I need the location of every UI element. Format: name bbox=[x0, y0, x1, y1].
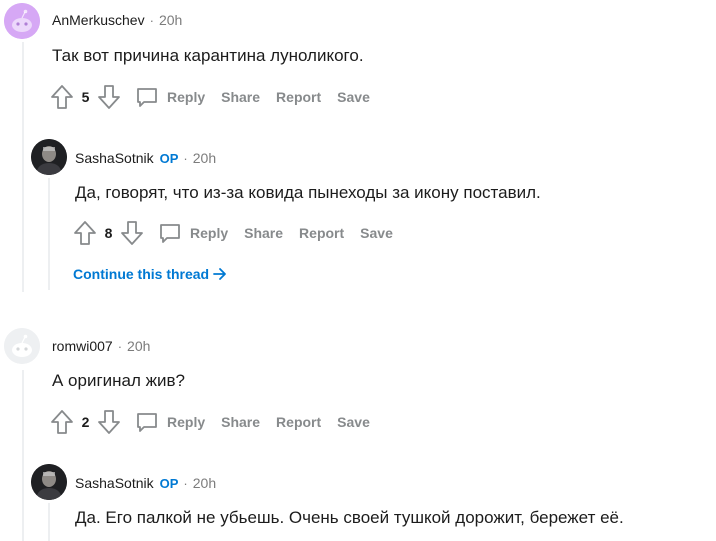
vote-score: 5 bbox=[81, 89, 90, 105]
comment-bubble-icon bbox=[137, 88, 157, 107]
author-name[interactable]: AnMerkuschev bbox=[52, 12, 145, 28]
separator: · bbox=[117, 338, 123, 354]
reply-label: Reply bbox=[190, 225, 229, 241]
downvote-icon bbox=[98, 410, 120, 434]
snoo-avatar-icon bbox=[4, 3, 40, 39]
save-button[interactable]: Save bbox=[337, 89, 370, 105]
author-name[interactable]: SashaSotnik bbox=[75, 475, 154, 491]
save-button[interactable]: Save bbox=[337, 414, 370, 430]
share-button[interactable]: Share bbox=[221, 414, 260, 430]
op-badge: OP bbox=[159, 475, 179, 491]
user-avatar-icon bbox=[31, 139, 67, 175]
separator: · bbox=[183, 150, 188, 166]
timestamp[interactable]: 20h bbox=[193, 475, 216, 491]
continue-thread-link[interactable]: Continue this thread bbox=[73, 266, 228, 282]
comment-bubble-icon bbox=[137, 413, 157, 432]
report-button[interactable]: Report bbox=[276, 414, 321, 430]
comment-header: romwi007 · 20h bbox=[52, 338, 150, 354]
comment-actions: 8 Reply Share Report Save bbox=[71, 219, 393, 247]
upvote-button[interactable] bbox=[48, 83, 76, 111]
timestamp[interactable]: 20h bbox=[127, 338, 150, 354]
comment-bubble-icon bbox=[160, 224, 180, 243]
reply-button[interactable]: Reply bbox=[135, 410, 205, 434]
timestamp[interactable]: 20h bbox=[159, 12, 182, 28]
share-button[interactable]: Share bbox=[244, 225, 283, 241]
reply-label: Reply bbox=[167, 89, 206, 105]
separator: · bbox=[149, 12, 154, 28]
share-button[interactable]: Share bbox=[221, 89, 260, 105]
upvote-icon bbox=[51, 85, 73, 109]
comment-header: SashaSotnik OP · 20h bbox=[75, 150, 216, 166]
reply-button[interactable]: Reply bbox=[135, 85, 205, 109]
downvote-icon bbox=[121, 221, 143, 245]
thread-line[interactable] bbox=[22, 370, 24, 541]
upvote-icon bbox=[51, 410, 73, 434]
timestamp[interactable]: 20h bbox=[193, 150, 216, 166]
report-button[interactable]: Report bbox=[299, 225, 344, 241]
author-name[interactable]: romwi007 bbox=[52, 338, 113, 354]
avatar[interactable] bbox=[31, 139, 67, 175]
vote-score: 8 bbox=[104, 225, 113, 241]
op-badge: OP bbox=[159, 150, 179, 166]
comment-text: Да. Его палкой не убьешь. Очень своей ту… bbox=[75, 508, 624, 527]
comment-text: Так вот причина карантина луноликого. bbox=[52, 46, 364, 65]
snoo-avatar-icon bbox=[4, 328, 40, 364]
reply-label: Reply bbox=[167, 414, 206, 430]
user-avatar-icon bbox=[31, 464, 67, 500]
vote-score: 2 bbox=[81, 414, 90, 430]
upvote-button[interactable] bbox=[48, 408, 76, 436]
save-button[interactable]: Save bbox=[360, 225, 393, 241]
thread-line[interactable] bbox=[48, 503, 50, 541]
upvote-button[interactable] bbox=[71, 219, 99, 247]
report-button[interactable]: Report bbox=[276, 89, 321, 105]
separator: · bbox=[183, 475, 188, 491]
downvote-button[interactable] bbox=[95, 83, 123, 111]
reply-button[interactable]: Reply bbox=[158, 221, 228, 245]
thread-line[interactable] bbox=[48, 178, 50, 290]
author-name[interactable]: SashaSotnik bbox=[75, 150, 154, 166]
downvote-icon bbox=[98, 85, 120, 109]
avatar[interactable] bbox=[4, 3, 40, 39]
downvote-button[interactable] bbox=[118, 219, 146, 247]
comment-actions: 2 Reply Share Report Save bbox=[48, 408, 370, 436]
downvote-button[interactable] bbox=[95, 408, 123, 436]
continue-thread-label: Continue this thread bbox=[73, 266, 210, 282]
avatar[interactable] bbox=[31, 464, 67, 500]
comment-header: SashaSotnik OP · 20h bbox=[75, 475, 216, 491]
comment-text: Да, говорят, что из-за ковида пынеходы з… bbox=[75, 183, 541, 202]
comment-text: А оригинал жив? bbox=[52, 371, 186, 390]
thread-line[interactable] bbox=[22, 42, 24, 292]
arrow-right-icon bbox=[213, 268, 227, 280]
avatar[interactable] bbox=[4, 328, 40, 364]
comment-header: AnMerkuschev · 20h bbox=[52, 12, 182, 28]
comment-actions: 5 Reply Share Report Save bbox=[48, 83, 370, 111]
upvote-icon bbox=[74, 221, 96, 245]
